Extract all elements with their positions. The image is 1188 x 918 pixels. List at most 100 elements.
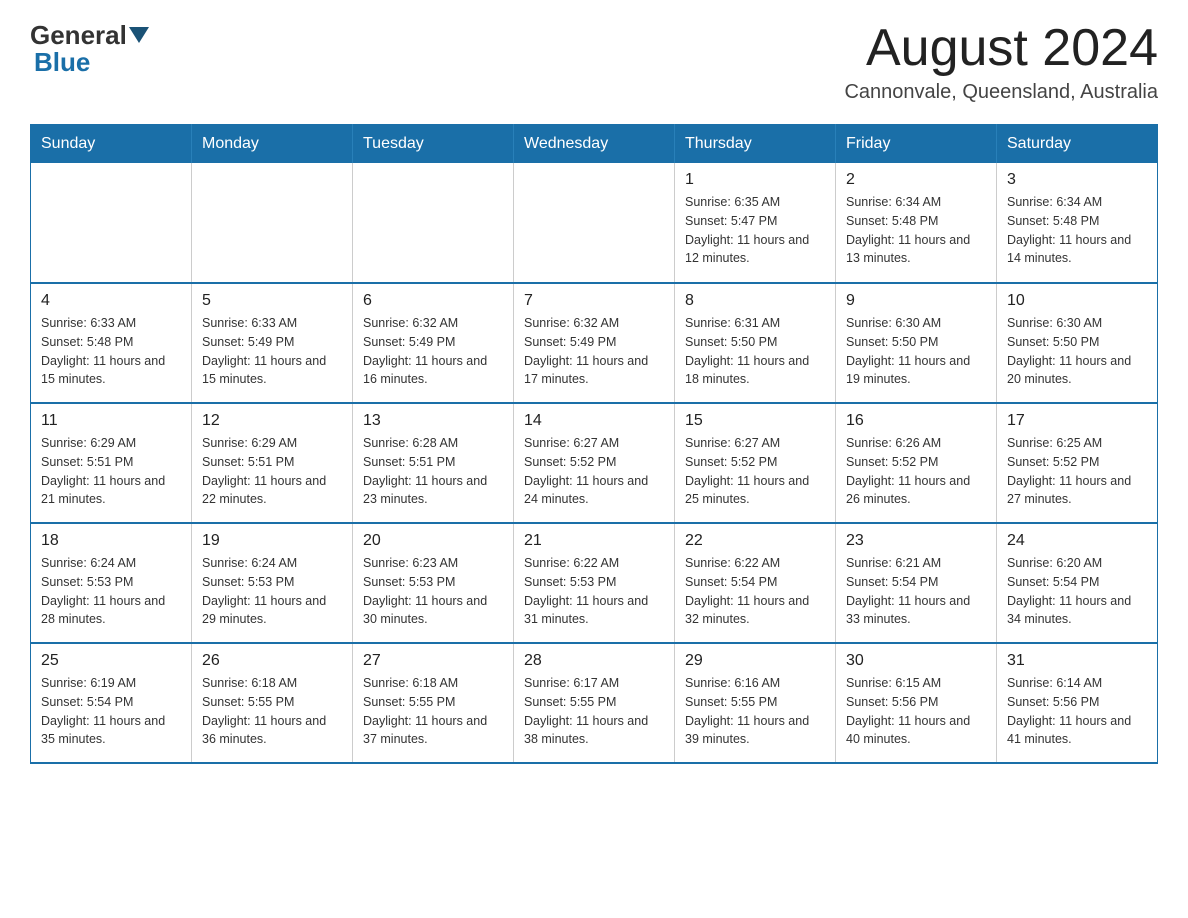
day-number: 11 xyxy=(41,412,181,430)
day-info: Sunrise: 6:29 AMSunset: 5:51 PMDaylight:… xyxy=(41,434,181,509)
week-row-1: 1 Sunrise: 6:35 AMSunset: 5:47 PMDaylight… xyxy=(31,163,1158,283)
day-number: 30 xyxy=(846,652,986,670)
header-cell-thursday: Thursday xyxy=(675,125,836,164)
page-title: August 2024 xyxy=(844,20,1158,77)
calendar-cell xyxy=(353,163,514,283)
day-number: 6 xyxy=(363,292,503,310)
day-info: Sunrise: 6:22 AMSunset: 5:54 PMDaylight:… xyxy=(685,554,825,629)
day-info: Sunrise: 6:33 AMSunset: 5:49 PMDaylight:… xyxy=(202,314,342,389)
day-number: 7 xyxy=(524,292,664,310)
calendar-cell: 10 Sunrise: 6:30 AMSunset: 5:50 PMDayligh… xyxy=(997,283,1158,403)
day-info: Sunrise: 6:16 AMSunset: 5:55 PMDaylight:… xyxy=(685,674,825,749)
logo-blue-text: Blue xyxy=(34,47,90,78)
calendar-cell: 23Sunrise: 6:21 AMSunset: 5:54 PMDayligh… xyxy=(836,523,997,643)
day-info: Sunrise: 6:34 AMSunset: 5:48 PMDaylight:… xyxy=(846,193,986,268)
day-info: Sunrise: 6:14 AMSunset: 5:56 PMDaylight:… xyxy=(1007,674,1147,749)
day-number: 24 xyxy=(1007,532,1147,550)
day-info: Sunrise: 6:32 AMSunset: 5:49 PMDaylight:… xyxy=(524,314,664,389)
calendar-cell: 30 Sunrise: 6:15 AMSunset: 5:56 PMDayligh… xyxy=(836,643,997,763)
day-info: Sunrise: 6:31 AMSunset: 5:50 PMDaylight:… xyxy=(685,314,825,389)
calendar-cell: 3 Sunrise: 6:34 AMSunset: 5:48 PMDaylight… xyxy=(997,163,1158,283)
calendar-body: 1 Sunrise: 6:35 AMSunset: 5:47 PMDaylight… xyxy=(31,163,1158,763)
calendar-cell: 4 Sunrise: 6:33 AMSunset: 5:48 PMDaylight… xyxy=(31,283,192,403)
day-info: Sunrise: 6:30 AMSunset: 5:50 PMDaylight:… xyxy=(1007,314,1147,389)
day-number: 10 xyxy=(1007,292,1147,310)
header-cell-monday: Monday xyxy=(192,125,353,164)
calendar-cell: 1 Sunrise: 6:35 AMSunset: 5:47 PMDaylight… xyxy=(675,163,836,283)
day-number: 12 xyxy=(202,412,342,430)
day-number: 3 xyxy=(1007,171,1147,189)
day-number: 28 xyxy=(524,652,664,670)
day-info: Sunrise: 6:30 AMSunset: 5:50 PMDaylight:… xyxy=(846,314,986,389)
calendar-cell: 12Sunrise: 6:29 AMSunset: 5:51 PMDayligh… xyxy=(192,403,353,523)
calendar-cell: 20 Sunrise: 6:23 AMSunset: 5:53 PMDayligh… xyxy=(353,523,514,643)
day-info: Sunrise: 6:23 AMSunset: 5:53 PMDaylight:… xyxy=(363,554,503,629)
day-number: 22 xyxy=(685,532,825,550)
day-number: 29 xyxy=(685,652,825,670)
day-number: 8 xyxy=(685,292,825,310)
day-info: Sunrise: 6:18 AMSunset: 5:55 PMDaylight:… xyxy=(363,674,503,749)
calendar-cell: 6Sunrise: 6:32 AMSunset: 5:49 PMDaylight… xyxy=(353,283,514,403)
header-row: SundayMondayTuesdayWednesdayThursdayFrid… xyxy=(31,125,1158,164)
day-number: 27 xyxy=(363,652,503,670)
calendar-cell: 5Sunrise: 6:33 AMSunset: 5:49 PMDaylight… xyxy=(192,283,353,403)
day-info: Sunrise: 6:25 AMSunset: 5:52 PMDaylight:… xyxy=(1007,434,1147,509)
week-row-4: 18 Sunrise: 6:24 AMSunset: 5:53 PMDayligh… xyxy=(31,523,1158,643)
day-number: 31 xyxy=(1007,652,1147,670)
page-subtitle: Cannonvale, Queensland, Australia xyxy=(844,81,1158,104)
week-row-2: 4 Sunrise: 6:33 AMSunset: 5:48 PMDaylight… xyxy=(31,283,1158,403)
calendar-table: SundayMondayTuesdayWednesdayThursdayFrid… xyxy=(30,124,1158,764)
calendar-cell xyxy=(192,163,353,283)
day-number: 21 xyxy=(524,532,664,550)
calendar-cell: 28 Sunrise: 6:17 AMSunset: 5:55 PMDayligh… xyxy=(514,643,675,763)
day-info: Sunrise: 6:18 AMSunset: 5:55 PMDaylight:… xyxy=(202,674,342,749)
calendar-cell: 14Sunrise: 6:27 AMSunset: 5:52 PMDayligh… xyxy=(514,403,675,523)
calendar-cell: 26 Sunrise: 6:18 AMSunset: 5:55 PMDayligh… xyxy=(192,643,353,763)
day-number: 26 xyxy=(202,652,342,670)
logo-triangle-icon xyxy=(129,27,149,43)
day-info: Sunrise: 6:35 AMSunset: 5:47 PMDaylight:… xyxy=(685,193,825,268)
header-cell-friday: Friday xyxy=(836,125,997,164)
calendar-cell xyxy=(514,163,675,283)
day-number: 13 xyxy=(363,412,503,430)
day-info: Sunrise: 6:24 AMSunset: 5:53 PMDaylight:… xyxy=(41,554,181,629)
day-info: Sunrise: 6:24 AMSunset: 5:53 PMDaylight:… xyxy=(202,554,342,629)
week-row-3: 11 Sunrise: 6:29 AMSunset: 5:51 PMDayligh… xyxy=(31,403,1158,523)
day-info: Sunrise: 6:33 AMSunset: 5:48 PMDaylight:… xyxy=(41,314,181,389)
page-header: General Blue August 2024 Cannonvale, Que… xyxy=(30,20,1158,104)
day-info: Sunrise: 6:15 AMSunset: 5:56 PMDaylight:… xyxy=(846,674,986,749)
calendar-cell: 29 Sunrise: 6:16 AMSunset: 5:55 PMDayligh… xyxy=(675,643,836,763)
calendar-cell: 24Sunrise: 6:20 AMSunset: 5:54 PMDayligh… xyxy=(997,523,1158,643)
header-cell-saturday: Saturday xyxy=(997,125,1158,164)
day-info: Sunrise: 6:27 AMSunset: 5:52 PMDaylight:… xyxy=(524,434,664,509)
day-info: Sunrise: 6:19 AMSunset: 5:54 PMDaylight:… xyxy=(41,674,181,749)
day-number: 25 xyxy=(41,652,181,670)
day-number: 18 xyxy=(41,532,181,550)
calendar-cell: 15 Sunrise: 6:27 AMSunset: 5:52 PMDayligh… xyxy=(675,403,836,523)
day-number: 1 xyxy=(685,171,825,189)
day-number: 17 xyxy=(1007,412,1147,430)
day-info: Sunrise: 6:34 AMSunset: 5:48 PMDaylight:… xyxy=(1007,193,1147,268)
day-info: Sunrise: 6:17 AMSunset: 5:55 PMDaylight:… xyxy=(524,674,664,749)
calendar-cell: 2Sunrise: 6:34 AMSunset: 5:48 PMDaylight… xyxy=(836,163,997,283)
calendar-cell: 27 Sunrise: 6:18 AMSunset: 5:55 PMDayligh… xyxy=(353,643,514,763)
day-number: 9 xyxy=(846,292,986,310)
week-row-5: 25 Sunrise: 6:19 AMSunset: 5:54 PMDayligh… xyxy=(31,643,1158,763)
day-info: Sunrise: 6:27 AMSunset: 5:52 PMDaylight:… xyxy=(685,434,825,509)
calendar-header: SundayMondayTuesdayWednesdayThursdayFrid… xyxy=(31,125,1158,164)
calendar-cell: 21Sunrise: 6:22 AMSunset: 5:53 PMDayligh… xyxy=(514,523,675,643)
day-info: Sunrise: 6:28 AMSunset: 5:51 PMDaylight:… xyxy=(363,434,503,509)
day-number: 4 xyxy=(41,292,181,310)
calendar-cell: 7 Sunrise: 6:32 AMSunset: 5:49 PMDaylight… xyxy=(514,283,675,403)
day-number: 16 xyxy=(846,412,986,430)
title-section: August 2024 Cannonvale, Queensland, Aust… xyxy=(844,20,1158,104)
day-info: Sunrise: 6:21 AMSunset: 5:54 PMDaylight:… xyxy=(846,554,986,629)
header-cell-tuesday: Tuesday xyxy=(353,125,514,164)
header-cell-sunday: Sunday xyxy=(31,125,192,164)
day-number: 15 xyxy=(685,412,825,430)
calendar-cell xyxy=(31,163,192,283)
header-cell-wednesday: Wednesday xyxy=(514,125,675,164)
calendar-cell: 22 Sunrise: 6:22 AMSunset: 5:54 PMDayligh… xyxy=(675,523,836,643)
day-number: 20 xyxy=(363,532,503,550)
calendar-cell: 31 Sunrise: 6:14 AMSunset: 5:56 PMDayligh… xyxy=(997,643,1158,763)
